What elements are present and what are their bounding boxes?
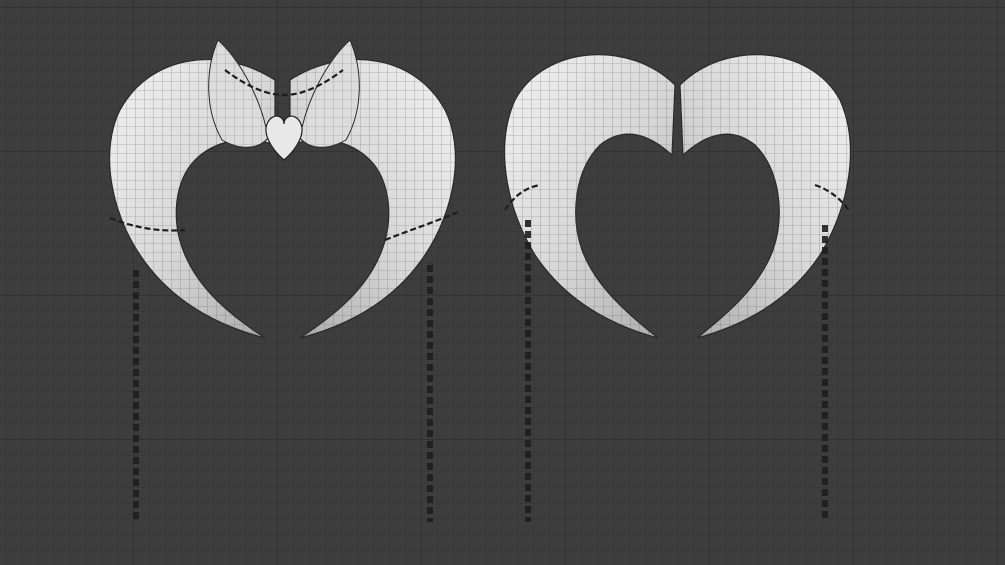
3d-viewport[interactable] xyxy=(0,0,1005,565)
horns-back-view[interactable] xyxy=(504,54,851,522)
viewport-canvas xyxy=(109,39,851,522)
horns-front-view[interactable] xyxy=(109,39,459,522)
center-heart xyxy=(265,115,303,161)
